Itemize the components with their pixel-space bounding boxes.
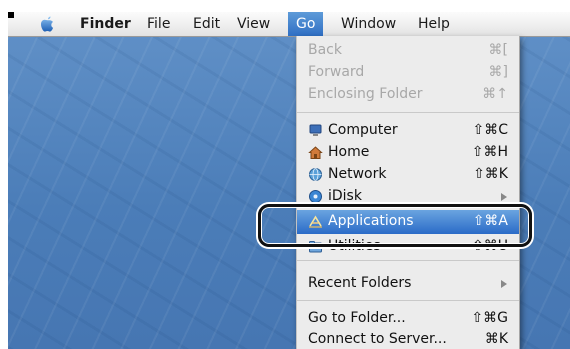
- idisk-icon: [309, 190, 322, 203]
- menu-item-label: Network: [328, 166, 387, 182]
- menu-item-shortcut: ⇧⌘C: [472, 122, 508, 138]
- menu-item-recent-folders[interactable]: Recent Folders: [297, 273, 519, 295]
- menu-item-shortcut: ⇧⌘K: [473, 166, 508, 182]
- screen: Finder File Edit View Go Window Help Bac…: [0, 0, 570, 349]
- menu-separator: [297, 300, 519, 301]
- menu-item-label: Back: [308, 42, 342, 58]
- highlight-callout: [258, 204, 532, 247]
- menu-item-go-to-folder[interactable]: Go to Folder... ⇧⌘G: [297, 308, 519, 330]
- home-icon: [308, 146, 323, 159]
- menu-item-home[interactable]: Home ⇧⌘H: [297, 142, 519, 164]
- menu-separator: [297, 112, 519, 113]
- menu-item-label: Go to Folder...: [308, 310, 406, 326]
- menu-separator: [297, 260, 519, 261]
- menu-item-label: Enclosing Folder: [308, 86, 423, 102]
- menu-item-shortcut: ⌘]: [488, 64, 508, 80]
- menu-finder[interactable]: Finder: [73, 12, 138, 36]
- menu-item-label: Computer: [328, 122, 398, 138]
- menu-item-shortcut: ⇧⌘G: [471, 310, 508, 326]
- go-menu: Back ⌘[ Forward ⌘] Enclosing Folder ⌘↑ C…: [296, 36, 520, 349]
- menu-item-connect-to-server[interactable]: Connect to Server... ⌘K: [297, 329, 519, 349]
- submenu-arrow-icon: [501, 193, 507, 201]
- menu-help[interactable]: Help: [411, 12, 457, 36]
- menu-item-computer[interactable]: Computer ⇧⌘C: [297, 120, 519, 142]
- menu-item-shortcut: ⌘K: [484, 331, 508, 347]
- menu-bar: Finder File Edit View Go Window Help: [8, 12, 570, 37]
- menu-item-back[interactable]: Back ⌘[: [297, 40, 519, 62]
- screen-corner: [8, 12, 14, 18]
- menu-file[interactable]: File: [140, 12, 177, 36]
- menu-item-label: Recent Folders: [308, 275, 412, 291]
- computer-icon: [309, 124, 322, 136]
- menu-go[interactable]: Go: [288, 12, 324, 36]
- menu-item-shortcut: ⌘↑: [482, 86, 508, 102]
- apple-menu-icon[interactable]: [38, 14, 56, 34]
- menu-item-label: Forward: [308, 64, 365, 80]
- menu-window[interactable]: Window: [334, 12, 403, 36]
- menu-item-shortcut: ⌘[: [488, 42, 508, 58]
- menu-item-label: Connect to Server...: [308, 331, 447, 347]
- menu-edit[interactable]: Edit: [186, 12, 227, 36]
- menu-item-enclosing-folder[interactable]: Enclosing Folder ⌘↑: [297, 84, 519, 106]
- menu-item-shortcut: ⇧⌘H: [471, 144, 508, 160]
- menu-item-forward[interactable]: Forward ⌘]: [297, 62, 519, 84]
- menu-view[interactable]: View: [230, 12, 277, 36]
- network-icon: [309, 168, 322, 181]
- menu-item-label: iDisk: [328, 188, 362, 204]
- menu-item-network[interactable]: Network ⇧⌘K: [297, 164, 519, 186]
- submenu-arrow-icon: [501, 280, 507, 288]
- menu-item-label: Home: [328, 144, 370, 160]
